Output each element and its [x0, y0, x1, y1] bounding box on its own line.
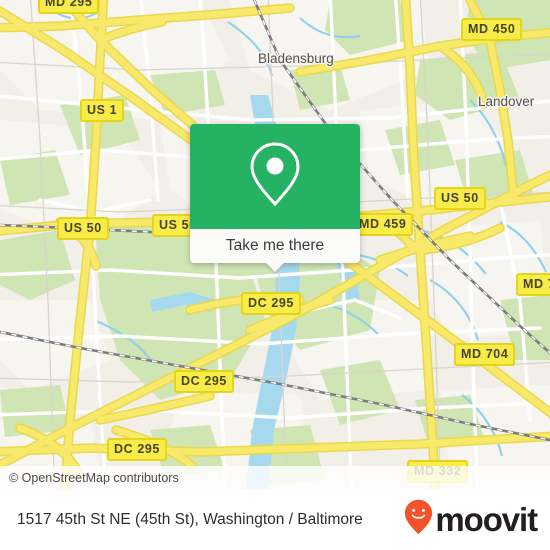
popup-tail-pointer — [266, 263, 284, 272]
popup-action-bar[interactable]: Take me there — [190, 229, 360, 272]
route-shield-dc-295-mid: DC 295 — [174, 370, 234, 393]
map-attribution[interactable]: © OpenStreetMap contributors — [0, 466, 550, 489]
route-shield-us-1: US 1 — [80, 99, 125, 122]
route-shield-us-50-east: US 50 — [434, 187, 486, 210]
place-label-bladensburg: Bladensburg — [258, 51, 334, 66]
route-shield-dc-295-center: DC 295 — [241, 292, 301, 315]
destination-popup[interactable]: Take me there — [190, 124, 360, 272]
route-shield-md-702: MD 702 — [516, 273, 550, 296]
route-shield-md-450: MD 450 — [461, 18, 523, 41]
route-shield-md-295-top: MD 295 — [38, 0, 100, 14]
address-text: 1517 45th St NE (45th St), Washington / … — [17, 510, 363, 528]
route-shield-md-459: MD 459 — [352, 213, 414, 236]
route-shield-md-704: MD 704 — [454, 343, 516, 366]
popup-header — [190, 124, 360, 229]
moovit-wordmark: moovit — [435, 501, 538, 538]
place-label-landover: Landover — [478, 94, 535, 109]
take-me-there-label: Take me there — [225, 237, 325, 254]
moovit-logo[interactable]: moovit — [404, 499, 538, 540]
route-shield-us-50-west: US 50 — [57, 217, 109, 240]
footer-bar: 1517 45th St NE (45th St), Washington / … — [0, 489, 550, 550]
moovit-pin-icon — [404, 499, 433, 540]
map-canvas[interactable]: Bladensburg Landover MD 295 MD 450 US 1 … — [0, 0, 550, 489]
route-shield-dc-295-lower: DC 295 — [107, 438, 167, 461]
map-screenshot: Bladensburg Landover MD 295 MD 450 US 1 … — [0, 0, 550, 550]
attribution-text: © OpenStreetMap contributors — [9, 470, 179, 485]
location-pin-icon — [248, 141, 302, 212]
